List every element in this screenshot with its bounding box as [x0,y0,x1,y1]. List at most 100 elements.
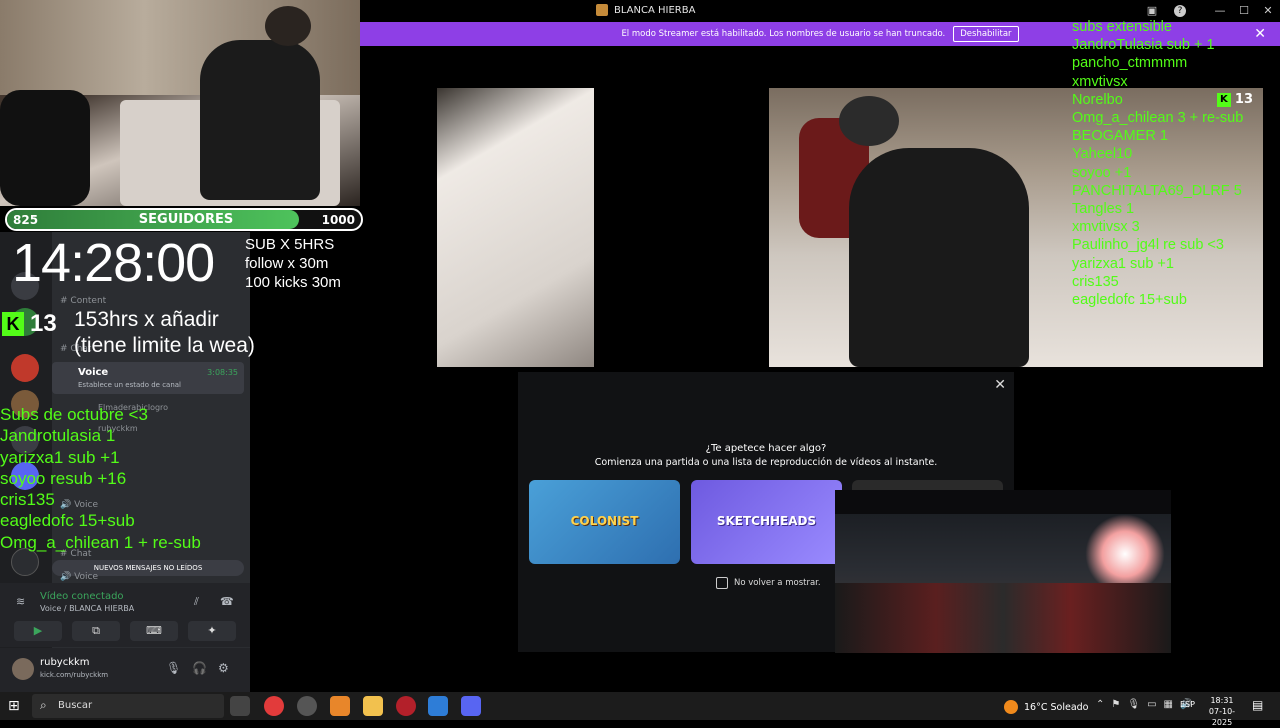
extensible-sub-entry: Omg_a_chilean 3 + re-sub [1072,110,1244,127]
activities-button[interactable]: ⌨ [130,621,178,641]
followers-label: SEGUIDORES [138,212,234,227]
minimize-icon[interactable]: — [1212,3,1228,19]
extensible-sub-entry: JandroTulasia sub + 1 [1072,37,1215,54]
signal-icon[interactable]: ≋ [16,595,25,608]
network-icon[interactable]: ▦ [1164,699,1173,710]
app-icon[interactable] [396,696,416,716]
card-title: SKETCHHEADS [716,514,817,528]
extensible-sub-entry: BEOGAMER 1 [1072,128,1168,145]
clock[interactable]: 18:31 07-10-2025 [1202,695,1242,728]
stream-tile[interactable] [437,88,594,367]
user-panel: rubyckkm kick.com/rubyckkm 🎙 🎧 ⚙ [0,648,250,692]
month-sub-entry: yarizxa1 sub +1 [0,447,120,467]
system-tray[interactable]: ⌃ ⚑ 🎙 ▭ ▦ 🔊 [1096,699,1192,710]
windows-start-icon[interactable]: ⊞ [8,698,20,714]
app-icon[interactable] [330,696,350,716]
extensible-sub-entry: Tangles 1 [1072,201,1135,218]
dont-show-checkbox[interactable]: No volver a mostrar. [716,577,821,589]
streamer-notice: El modo Streamer está habilitado. Los no… [621,29,946,39]
search-box[interactable]: ⌕ Buscar [32,694,224,718]
month-sub-entry: Subs de octubre <3 [0,405,148,424]
search-icon: ⌕ [40,698,47,712]
card-title: COLONIST [570,514,639,528]
hours-info: 153hrs x añadir (tiene limite la wea) [74,307,255,359]
microphone-icon[interactable]: 🎙 [166,661,181,675]
extensible-sub-entry: Paulinho_jg4l re sub <3 [1072,237,1224,254]
language-indicator[interactable]: ESP [1180,700,1195,709]
maximize-icon[interactable]: ☐ [1236,3,1252,19]
notifications-icon[interactable]: ▤ [1252,698,1263,712]
extensible-subs-list: subs extensible JandroTulasia sub + 1 panc… [1072,18,1243,309]
server-icon[interactable] [11,354,39,382]
modal-subtitle: Comienza una partida o una lista de repr… [594,457,938,468]
voice-channel-name: Voice [78,367,109,378]
voice-connected-title: Vídeo conectado [40,591,124,602]
activity-card-sketchheads[interactable]: SKETCHHEADS [691,480,842,564]
voice-channel-status[interactable]: Establece un estado de canal [78,381,181,389]
webcam-feed [0,0,360,206]
kick-logo-icon: K [2,312,24,336]
avatar[interactable] [12,658,34,680]
kick-count: 13 [30,310,57,337]
voice-channel-active[interactable]: Voice Establece un estado de canal 3:08:… [52,362,244,394]
extensible-sub-entry: xmvtivsx 3 [1072,219,1140,236]
headphones-icon[interactable]: 🎧 [192,661,207,675]
hours-line: 153hrs x añadir [74,308,219,331]
sub-rule: follow x 30m [245,255,329,272]
extensible-sub-entry: PANCHITALTA69_DLRF 5 [1072,182,1242,199]
inbox-icon[interactable]: ▣ [1144,3,1160,19]
camera-button[interactable]: ▶ [14,621,62,641]
close-icon[interactable]: ✕ [1260,3,1276,19]
extensible-sub-entry: Norelbo [1072,91,1123,108]
server-icon [596,4,608,16]
checkbox-label: No volver a mostrar. [734,578,821,588]
file-explorer-icon[interactable] [363,696,383,716]
extensible-sub-entry: Yaheel10 [1072,146,1133,163]
disable-streamer-button[interactable]: Deshabilitar [953,26,1019,42]
obs-icon[interactable] [297,696,317,716]
month-sub-entry: eagledofc 15+sub [0,511,135,531]
screen-share-button[interactable]: ⧉ [72,621,120,641]
hours-line: (tiene limite la wea) [74,334,255,357]
month-subs-list: Subs de octubre <3 Jandrotulasia 1 yarizxa… [0,404,201,553]
voice-connection-panel: ≋ Vídeo conectado Voice / BLANCA HIERBA … [0,583,250,647]
activity-card-colonist[interactable]: COLONIST [529,480,680,564]
disconnect-icon[interactable]: ☎ [220,595,234,608]
display-icon[interactable]: ▭ [1147,699,1156,710]
subathon-timer: 14:28:00 [12,233,215,293]
chevron-up-icon[interactable]: ⌃ [1096,699,1104,710]
kick-counter: K 13 [2,310,57,338]
opera-icon[interactable] [264,696,284,716]
close-icon[interactable]: ✕ [994,377,1006,393]
help-icon[interactable]: ? [1174,5,1186,17]
sub-rule: SUB X 5HRS [245,236,335,253]
close-icon[interactable]: ✕ [1254,26,1266,42]
store-icon[interactable] [428,696,448,716]
noise-suppression-icon[interactable]: ⫽ [194,595,199,609]
soundboard-button[interactable]: ✦ [188,621,236,641]
search-placeholder: Buscar [58,700,93,711]
extensible-sub-entry: yarizxa1 sub +1 [1072,255,1174,272]
microphone-icon[interactable]: 🎙 [1127,699,1140,710]
extensible-sub-entry: cris135 [1072,273,1119,290]
extensible-sub-entry: subs extensible [1072,19,1172,35]
tray-icon[interactable]: ⚑ [1111,699,1120,710]
weather-widget[interactable]: 16°C Soleado [1004,700,1088,714]
task-view-icon[interactable] [230,696,250,716]
username[interactable]: rubyckkm [40,657,90,668]
followers-goal-bar: 825 SEGUIDORES 1000 [5,208,363,231]
month-sub-entry: cris135 [0,490,55,510]
followers-goal: 1000 [321,213,355,227]
checkbox[interactable] [716,577,728,589]
month-sub-entry: Jandrotulasia 1 [0,426,116,446]
video-overlay [835,490,1171,653]
sub-rules: SUB X 5HRS follow x 30m 100 kicks 30m [245,235,341,292]
voice-connected-subtitle[interactable]: Voice / BLANCA HIERBA [40,604,134,613]
month-sub-entry: Omg_a_chilean 1 + re-sub [0,532,201,552]
extensible-sub-entry: xmvtivsx [1072,73,1128,90]
user-status: kick.com/rubyckkm [40,671,109,679]
channel-voice-3[interactable]: 🔊 Voice [60,572,98,582]
settings-gear-icon[interactable]: ⚙ [218,661,229,675]
channel-content[interactable]: # Content [60,296,106,306]
discord-icon[interactable] [461,696,481,716]
